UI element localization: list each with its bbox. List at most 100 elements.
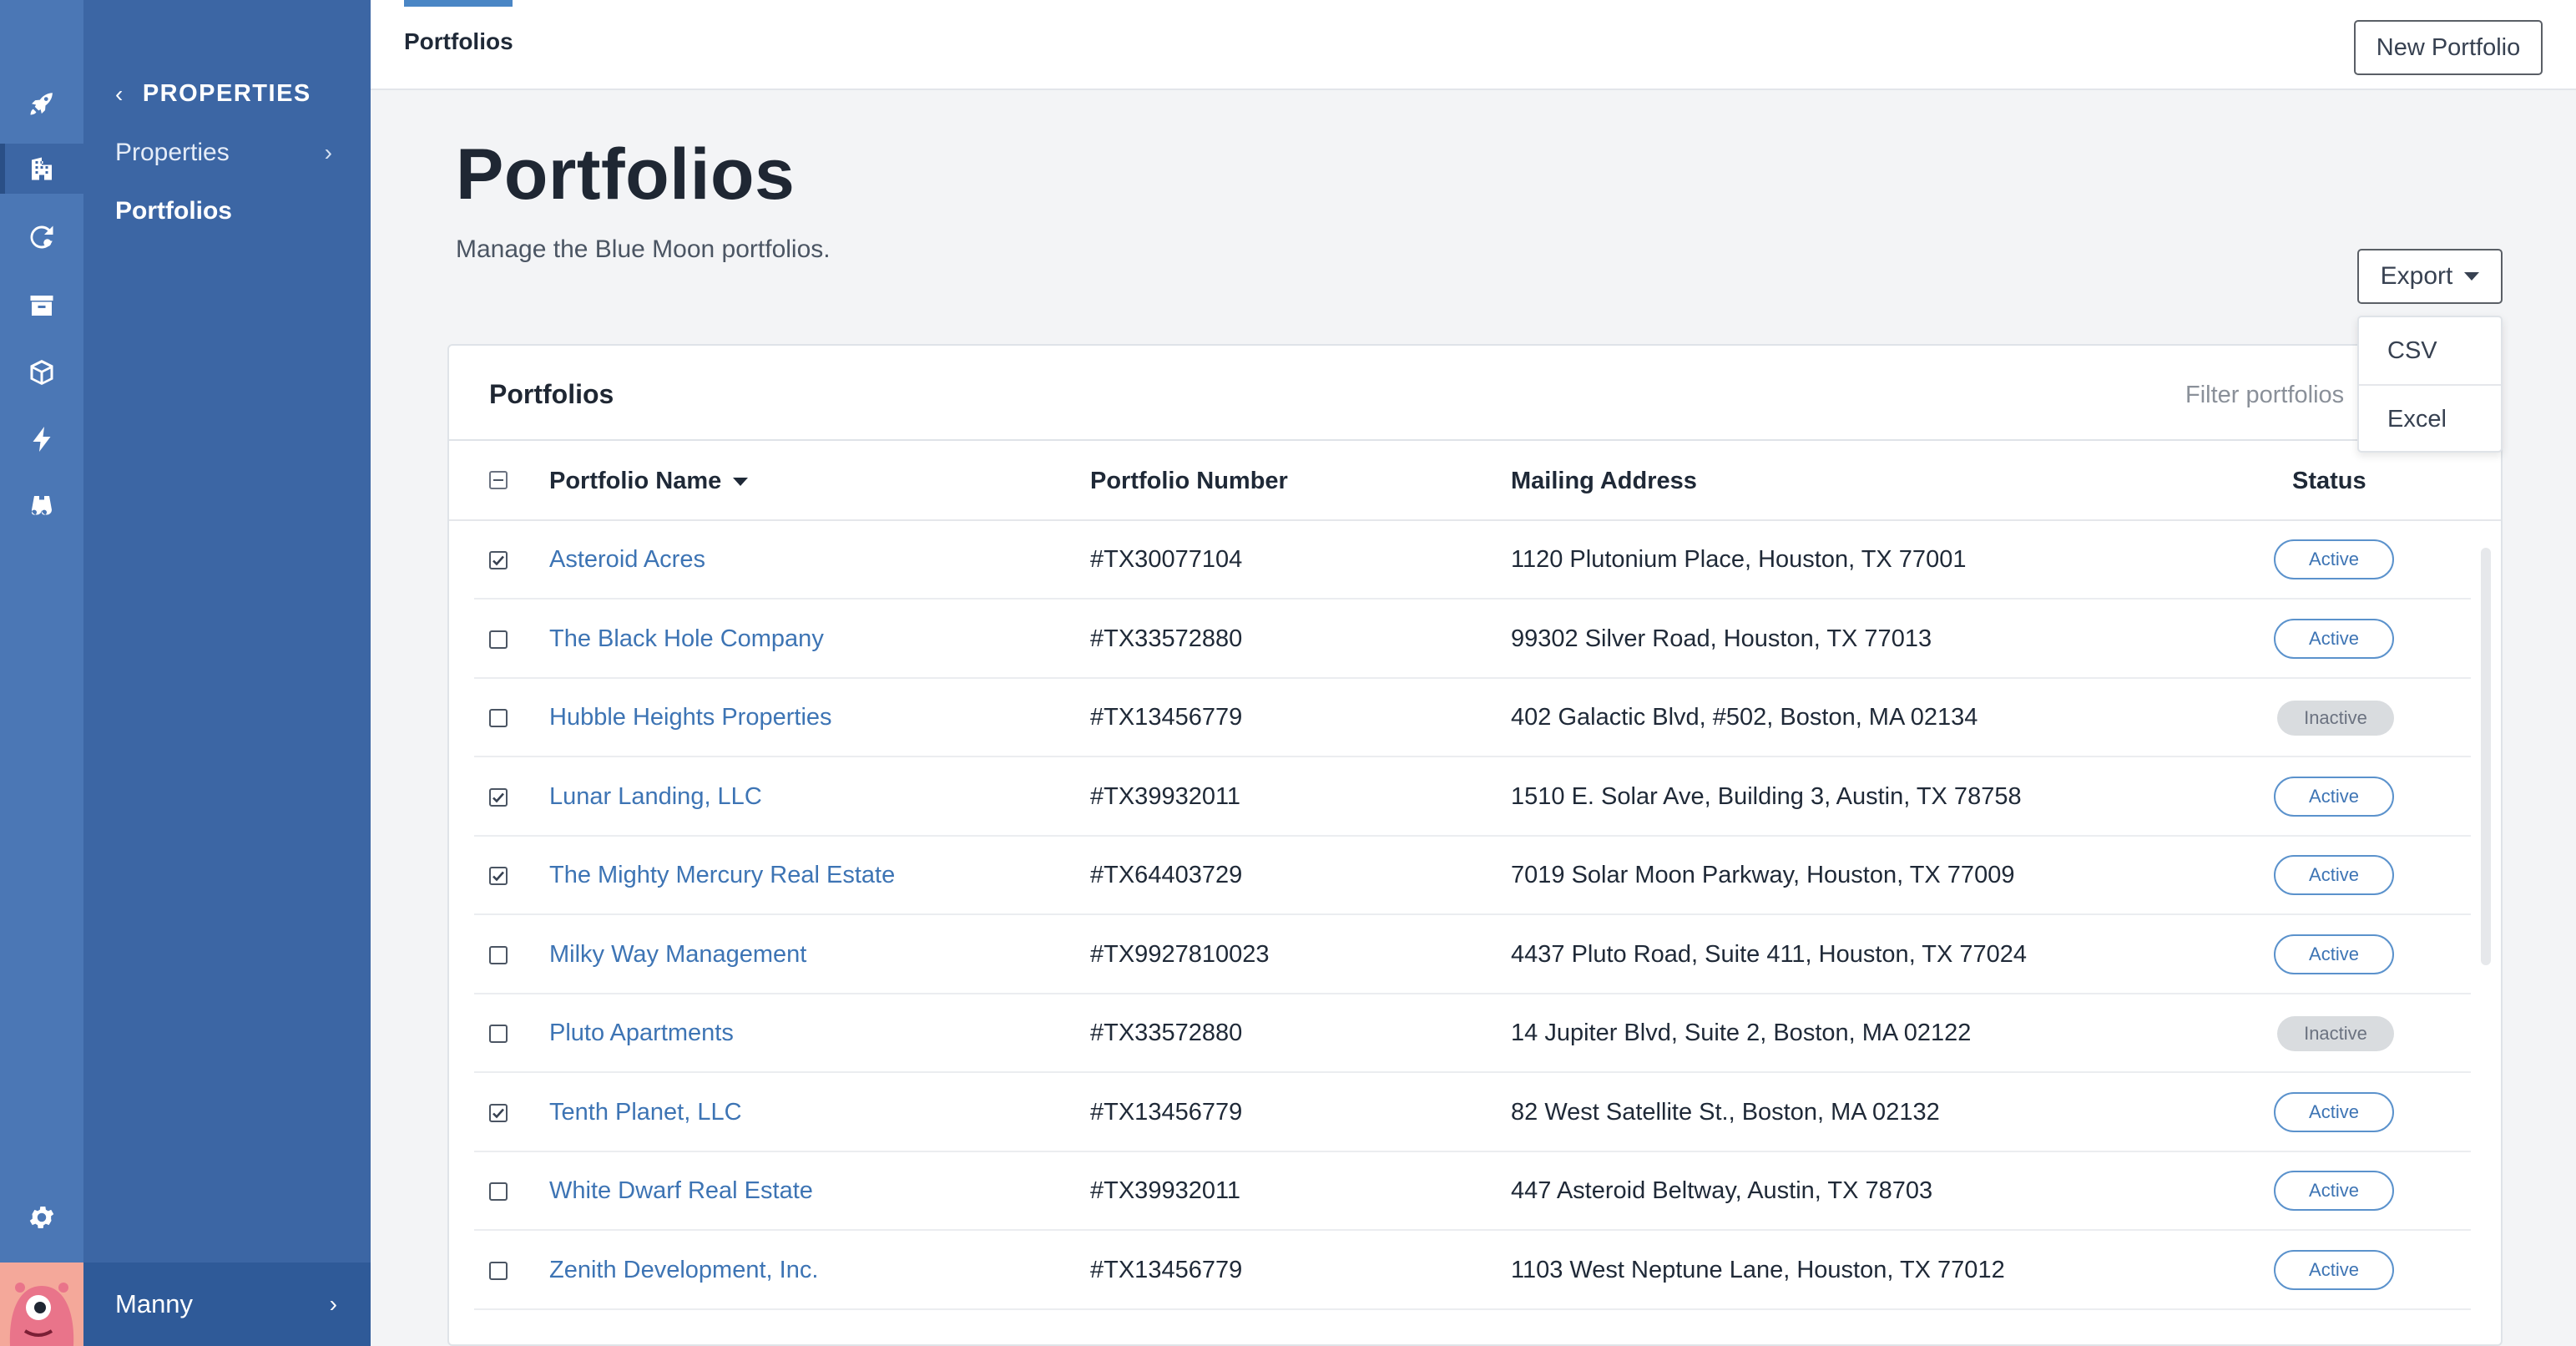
row-checkbox[interactable]	[489, 1182, 508, 1201]
row-checkbox[interactable]	[489, 709, 508, 727]
avatar[interactable]	[0, 1263, 83, 1346]
portfolio-name-link[interactable]: Tenth Planet, LLC	[549, 1099, 742, 1126]
tab-portfolios[interactable]: Portfolios	[404, 0, 513, 87]
check-icon	[492, 555, 504, 566]
column-header-status: Status	[2292, 468, 2366, 494]
rocket-icon[interactable]	[0, 78, 83, 129]
sidebar-item-label: Properties	[115, 139, 230, 166]
table-row: White Dwarf Real Estate #TX39932011 447 As…	[474, 1152, 2471, 1231]
sidebar-section-title: PROPERTIES	[142, 80, 311, 107]
scrollbar[interactable]	[2481, 548, 2491, 965]
binoculars-icon[interactable]	[0, 481, 83, 531]
portfolio-name-link[interactable]: Milky Way Management	[549, 941, 806, 969]
table-row: Hubble Heights Properties #TX13456779 402 …	[474, 679, 2471, 757]
sort-desc-icon	[733, 477, 749, 486]
chevron-left-icon: ‹	[115, 80, 124, 107]
portfolio-number: #TX64403729	[1090, 862, 1243, 888]
refresh-icon[interactable]	[0, 212, 83, 262]
icon-rail	[0, 0, 83, 1346]
column-header-address: Mailing Address	[1511, 468, 1697, 494]
export-label: Export	[2380, 262, 2453, 290]
page-subtitle: Manage the Blue Moon portfolios.	[456, 235, 831, 263]
mailing-address: 4437 Pluto Road, Suite 411, Houston, TX …	[1511, 940, 2028, 968]
portfolio-name-link[interactable]: Lunar Landing, LLC	[549, 783, 762, 811]
secondary-sidebar: ‹ PROPERTIES Properties › Portfolios Man…	[83, 0, 371, 1346]
portfolio-number: #TX13456779	[1090, 1098, 1243, 1126]
mailing-address: 82 West Satellite St., Boston, MA 02132	[1511, 1098, 1940, 1126]
table-header: Portfolio Name Portfolio Number Mailing …	[449, 441, 2501, 521]
new-portfolio-button[interactable]: New Portfolio	[2354, 20, 2543, 75]
status-badge: Inactive	[2277, 1016, 2394, 1051]
user-menu[interactable]: Manny ›	[83, 1263, 371, 1346]
row-checkbox[interactable]	[489, 945, 508, 964]
row-checkbox[interactable]	[489, 630, 508, 649]
export-dropdown: CSV Excel	[2357, 316, 2503, 453]
status-badge: Active	[2274, 618, 2394, 659]
table-row: The Mighty Mercury Real Estate #TX6440372…	[474, 837, 2471, 915]
portfolio-number: #TX30077104	[1090, 546, 1243, 573]
row-checkbox[interactable]	[489, 1261, 508, 1280]
row-checkbox[interactable]	[489, 1103, 508, 1122]
portfolio-number: #TX33572880	[1090, 1020, 1243, 1046]
table-row: Milky Way Management #TX9927810023 4437 Pl…	[474, 916, 2471, 994]
status-badge: Active	[2274, 1249, 2394, 1290]
portfolio-name-link[interactable]: The Black Hole Company	[549, 625, 824, 653]
mailing-address: 402 Galactic Blvd, #502, Boston, MA 0213…	[1511, 704, 1978, 731]
portfolio-number: #TX39932011	[1090, 782, 1241, 810]
portfolio-name-link[interactable]: Pluto Apartments	[549, 1020, 734, 1047]
mailing-address: 447 Asteroid Beltway, Austin, TX 78703	[1511, 1177, 1933, 1204]
portfolio-name-link[interactable]: White Dwarf Real Estate	[549, 1177, 813, 1205]
check-icon	[492, 1108, 504, 1118]
table-row: Tenth Planet, LLC #TX13456779 82 West Sate…	[474, 1074, 2471, 1152]
status-badge: Active	[2274, 1091, 2394, 1132]
export-option-csv[interactable]: CSV	[2359, 317, 2501, 384]
portfolio-number: #TX39932011	[1090, 1177, 1241, 1204]
portfolio-number: #TX13456779	[1090, 1256, 1243, 1283]
status-badge: Active	[2274, 539, 2394, 579]
card-title: Portfolios	[489, 379, 614, 409]
page-title: Portfolios	[456, 134, 796, 215]
mailing-address: 1103 West Neptune Lane, Houston, TX 7701…	[1511, 1256, 2005, 1283]
row-checkbox[interactable]	[489, 1025, 508, 1043]
column-label: Portfolio Name	[549, 468, 722, 494]
portfolio-name-link[interactable]: Zenith Development, Inc.	[549, 1257, 818, 1284]
archive-icon[interactable]	[0, 281, 83, 331]
mailing-address: 99302 Silver Road, Houston, TX 77013	[1511, 625, 1932, 652]
mailing-address: 7019 Solar Moon Parkway, Houston, TX 770…	[1511, 862, 2015, 888]
portfolio-number: #TX9927810023	[1090, 940, 1270, 968]
export-button[interactable]: Export	[2357, 249, 2503, 304]
mailing-address: 1120 Plutonium Place, Houston, TX 77001	[1511, 546, 1967, 573]
portfolios-card: Portfolios Portfolio Name Portfolio Numb…	[447, 344, 2503, 1346]
status-badge: Active	[2274, 1171, 2394, 1211]
row-checkbox[interactable]	[489, 551, 508, 569]
mailing-address: 14 Jupiter Blvd, Suite 2, Boston, MA 021…	[1511, 1020, 1972, 1046]
export-option-excel[interactable]: Excel	[2359, 386, 2501, 453]
table-row: Zenith Development, Inc. #TX13456779 1103 …	[474, 1232, 2471, 1310]
column-header-name[interactable]: Portfolio Name	[549, 468, 749, 495]
table-row: Lunar Landing, LLC #TX39932011 1510 E. Sol…	[474, 758, 2471, 837]
chevron-right-icon: ›	[329, 1291, 337, 1317]
sidebar-item-portfolios[interactable]: Portfolios	[115, 197, 332, 225]
table-row: Pluto Apartments #TX33572880 14 Jupiter Bl…	[474, 994, 2471, 1073]
status-badge: Active	[2274, 855, 2394, 895]
gear-icon[interactable]	[0, 1192, 83, 1242]
row-checkbox[interactable]	[489, 787, 508, 807]
portfolio-number: #TX13456779	[1090, 704, 1243, 731]
portfolio-name-link[interactable]: The Mighty Mercury Real Estate	[549, 862, 895, 889]
sidebar-item-properties[interactable]: Properties ›	[115, 139, 332, 167]
minus-icon	[493, 479, 503, 481]
check-icon	[492, 792, 504, 802]
mailing-address: 1510 E. Solar Ave, Building 3, Austin, T…	[1511, 782, 2022, 810]
row-checkbox[interactable]	[489, 867, 508, 885]
box-icon[interactable]	[0, 347, 83, 397]
card-header: Portfolios	[449, 346, 2501, 441]
portfolio-name-link[interactable]: Hubble Heights Properties	[549, 704, 832, 731]
bolt-icon[interactable]	[0, 414, 83, 464]
select-all-checkbox[interactable]	[489, 471, 508, 489]
building-icon[interactable]	[0, 144, 83, 194]
sidebar-item-label: Portfolios	[115, 197, 232, 225]
caret-down-icon	[2464, 272, 2480, 281]
portfolio-name-link[interactable]: Asteroid Acres	[549, 546, 705, 574]
top-bar: Portfolios New Portfolio	[371, 0, 2576, 90]
sidebar-back-link[interactable]: ‹ PROPERTIES	[115, 80, 311, 108]
